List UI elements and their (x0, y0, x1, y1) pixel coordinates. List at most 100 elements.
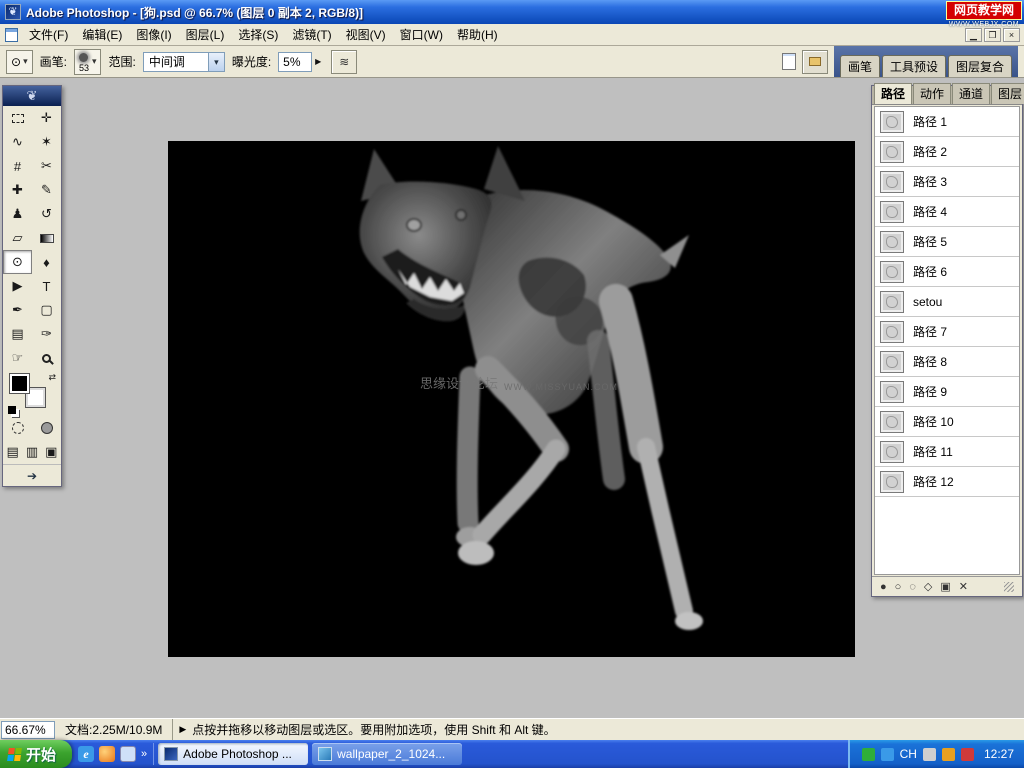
clone-stamp-tool[interactable]: ♟ (3, 202, 32, 226)
toolbox-grip[interactable]: ❦ (3, 86, 61, 106)
eyedropper-tool[interactable]: ✑ (32, 322, 61, 346)
path-item[interactable]: 路径 6 (875, 257, 1019, 287)
tray-icon[interactable] (881, 748, 894, 761)
brush-picker[interactable]: 53 ▾ (74, 49, 102, 75)
slice-tool[interactable]: ✂ (32, 154, 61, 178)
well-tab-brushes[interactable]: 画笔 (840, 55, 880, 77)
swap-colors-button[interactable]: ⇄ (48, 372, 56, 383)
browser-icon[interactable] (99, 746, 115, 762)
document-canvas[interactable]: 思缘设计论坛 WWW.MISSYUAN.COM (168, 141, 855, 657)
healing-brush-tool[interactable]: ✚ (3, 178, 32, 202)
path-item[interactable]: 路径 10 (875, 407, 1019, 437)
tab-actions[interactable]: 动作 (913, 83, 951, 104)
tool-grid: ✛ ∿ ✶ # ✂ ✚ ✎ ♟ ↺ ▱ ⊙ ♦ ▶ T ✒ ▢ ▤ ✑ ☞ (3, 106, 61, 370)
menu-file[interactable]: 文件(F) (22, 23, 75, 46)
fullscreen-menubar-button[interactable]: ▥ (22, 440, 41, 464)
shape-tool[interactable]: ▢ (32, 298, 61, 322)
doc-close-button[interactable]: × (1003, 28, 1020, 42)
menu-help[interactable]: 帮助(H) (450, 23, 505, 46)
quick-mask-mode-button[interactable] (32, 416, 61, 440)
tray-icon[interactable] (862, 748, 875, 761)
start-button[interactable]: 开始 (0, 740, 72, 768)
path-item[interactable]: 路径 3 (875, 167, 1019, 197)
menu-select[interactable]: 选择(S) (231, 23, 285, 46)
eraser-tool[interactable]: ▱ (3, 226, 32, 250)
clock[interactable]: 12:27 (980, 747, 1014, 761)
gradient-tool[interactable] (32, 226, 61, 250)
standard-mode-button[interactable] (3, 416, 32, 440)
image-file-icon (318, 747, 332, 761)
menu-filter[interactable]: 滤镜(T) (285, 23, 338, 46)
doc-restore-button[interactable]: ❐ (984, 28, 1001, 42)
fill-path-button[interactable]: ● (880, 578, 887, 596)
make-work-path-button[interactable]: ◇ (924, 578, 932, 596)
path-item[interactable]: 路径 7 (875, 317, 1019, 347)
new-path-button[interactable]: ▣ (940, 578, 950, 596)
tab-paths[interactable]: 路径 (874, 83, 912, 104)
standard-screen-button[interactable]: ▤ (3, 440, 22, 464)
doc-minimize-button[interactable]: ▁ (965, 28, 982, 42)
menu-image[interactable]: 图像(I) (129, 23, 178, 46)
history-brush-tool[interactable]: ↺ (32, 202, 61, 226)
path-item[interactable]: 路径 12 (875, 467, 1019, 497)
path-selection-tool[interactable]: ▶ (3, 274, 32, 298)
well-tab-layer-comps[interactable]: 图层复合 (948, 55, 1012, 77)
airbrush-toggle-button[interactable]: ≋ (331, 50, 357, 74)
file-browser-button[interactable] (802, 50, 828, 74)
menu-view[interactable]: 视图(V) (339, 23, 393, 46)
show-desktop-icon[interactable] (120, 746, 136, 762)
well-tab-tool-presets[interactable]: 工具预设 (882, 55, 946, 77)
type-tool[interactable]: T (32, 274, 61, 298)
path-item[interactable]: 路径 8 (875, 347, 1019, 377)
toggle-palette-icon[interactable] (782, 53, 796, 70)
load-selection-button[interactable]: ◌ (909, 578, 916, 596)
magic-wand-tool[interactable]: ✶ (32, 130, 61, 154)
fullscreen-button[interactable]: ▣ (42, 440, 61, 464)
tray-icon[interactable] (961, 748, 974, 761)
range-select[interactable]: 中间调 ▾ (143, 52, 225, 72)
path-item[interactable]: 路径 11 (875, 437, 1019, 467)
quick-launch-overflow[interactable]: » (141, 748, 147, 760)
task-photoshop[interactable]: Adobe Photoshop ... (158, 743, 308, 765)
notes-tool[interactable]: ▤ (3, 322, 32, 346)
task-wallpaper[interactable]: wallpaper_2_1024... (312, 743, 462, 765)
menu-layer[interactable]: 图层(L) (179, 23, 232, 46)
marquee-tool[interactable] (3, 106, 32, 130)
language-indicator[interactable]: CH (900, 747, 917, 761)
status-popup-arrow-icon[interactable]: ▶ (173, 724, 192, 735)
stroke-path-button[interactable]: ○ (895, 578, 902, 596)
title-bar[interactable]: ❦ Adobe Photoshop - [狗.psd @ 66.7% (图层 0… (0, 0, 1024, 24)
delete-path-button[interactable]: ✕ (959, 578, 968, 596)
tab-layers[interactable]: 图层 (991, 83, 1024, 104)
brush-tool[interactable]: ✎ (32, 178, 61, 202)
move-tool[interactable]: ✛ (32, 106, 61, 130)
hand-tool[interactable]: ☞ (3, 346, 32, 370)
pen-tool[interactable]: ✒ (3, 298, 32, 322)
menu-edit[interactable]: 编辑(E) (75, 23, 129, 46)
path-item[interactable]: setou (875, 287, 1019, 317)
resize-grip[interactable] (1004, 582, 1014, 592)
tray-icon[interactable] (942, 748, 955, 761)
path-item[interactable]: 路径 1 (875, 107, 1019, 137)
tray-icon[interactable] (923, 748, 936, 761)
menu-window[interactable]: 窗口(W) (393, 23, 450, 46)
exposure-field[interactable]: 5% ▶ (278, 52, 324, 72)
path-item[interactable]: 路径 5 (875, 227, 1019, 257)
foreground-color-swatch[interactable] (10, 374, 29, 393)
tool-preset-picker[interactable]: ⊙ ▾ (6, 50, 33, 74)
jump-to-imageready-button[interactable]: ➔ (3, 464, 61, 486)
tab-channels[interactable]: 通道 (952, 83, 990, 104)
internet-explorer-icon[interactable]: e (78, 746, 94, 762)
slider-popup-arrow-icon[interactable]: ▶ (312, 57, 324, 66)
document-size-info[interactable]: 文档:2.25M/10.9M (55, 719, 173, 740)
zoom-level-input[interactable]: 66.67% (1, 721, 55, 739)
crop-tool[interactable]: # (3, 154, 32, 178)
lasso-tool[interactable]: ∿ (3, 130, 32, 154)
blur-tool[interactable]: ♦ (32, 250, 61, 274)
path-item[interactable]: 路径 9 (875, 377, 1019, 407)
default-colors-button[interactable] (8, 406, 16, 414)
path-item[interactable]: 路径 2 (875, 137, 1019, 167)
zoom-tool[interactable] (32, 346, 61, 370)
path-item[interactable]: 路径 4 (875, 197, 1019, 227)
dodge-tool[interactable]: ⊙ (3, 250, 32, 274)
